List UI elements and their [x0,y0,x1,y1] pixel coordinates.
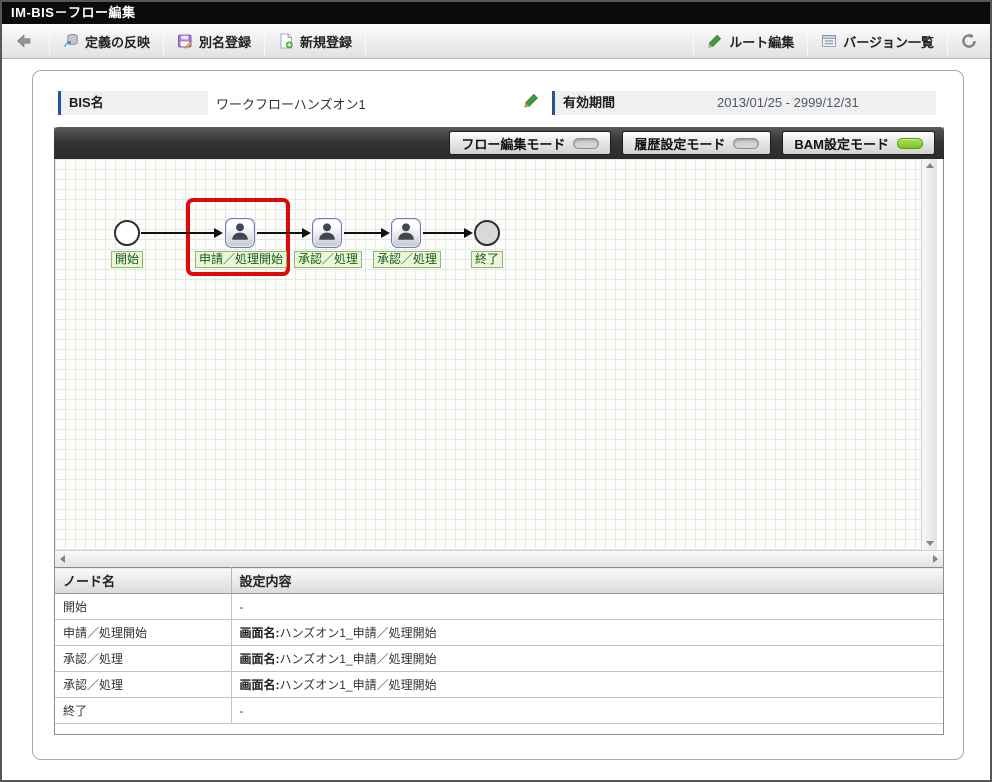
toolbar-separator [365,27,367,55]
history-setting-mode-button[interactable]: 履歴設定モード [622,131,772,155]
table-header-row: ノード名 設定内容 [55,567,943,594]
scroll-right-icon[interactable] [933,555,938,563]
bis-name-field: ワークフローハンズオン1 [208,91,548,115]
toggle-on-icon [897,137,923,149]
scroll-down-icon[interactable] [925,541,934,546]
register-alias-label: 別名登録 [199,34,252,50]
flow-edit-mode-button[interactable]: フロー編集モード [449,131,612,155]
node-settings-table: ノード名 設定内容 開始 - 申請／処理開始 画面名:ハンズオン1_申請／処理開… [55,567,943,724]
flow-canvas-top: 開始 申請／処理開始 承認／処理 承認／処理 終了 [55,159,943,550]
canvas-right-pad [937,159,943,550]
scroll-up-icon[interactable] [925,163,934,168]
flow-node-task-3[interactable] [391,218,421,248]
node-name-cell: 開始 [55,593,231,620]
database-sync-icon [63,33,79,49]
flow-edit-mode-label: フロー編集モード [461,136,566,152]
flow-arrow [257,228,311,238]
table-row[interactable]: 承認／処理 画面名:ハンズオン1_申請／処理開始 [55,645,943,672]
setting-value: ハンズオン1_申請／処理開始 [279,626,437,640]
node-name-cell: 承認／処理 [55,645,231,672]
node-label-task-3[interactable]: 承認／処理 [372,251,442,268]
flow-node-task-2[interactable] [312,218,342,248]
person-icon [316,220,338,247]
column-header-setting: 設定内容 [230,567,943,594]
horizontal-scrollbar[interactable] [55,550,943,567]
apply-definition-button[interactable]: 定義の反映 [50,24,163,59]
node-name-cell: 承認／処理 [55,671,231,698]
flow-canvas-wrap: 開始 申請／処理開始 承認／処理 承認／処理 終了 [55,159,943,567]
back-button[interactable] [2,24,49,59]
toolbar: 定義の反映 別名登録 新規登録 ルート編集 バージョン一覧 [2,24,990,59]
setting-label: 画面名: [239,678,280,692]
setting-cell: - [230,697,943,724]
scroll-left-icon[interactable] [60,555,65,563]
route-edit-button[interactable]: ルート編集 [694,24,807,59]
node-label-end[interactable]: 終了 [470,251,504,268]
person-icon [229,220,251,247]
version-list-icon [821,33,837,49]
flow-canvas[interactable]: 開始 申請／処理開始 承認／処理 承認／処理 終了 [55,159,921,550]
setting-value: ハンズオン1_申請／処理開始 [279,652,437,666]
flow-arrow [141,228,223,238]
setting-value: ハンズオン1_申請／処理開始 [279,678,437,692]
vertical-scrollbar[interactable] [921,159,937,550]
bam-setting-mode-button[interactable]: BAM設定モード [782,131,935,155]
setting-label: 画面名: [239,626,280,640]
table-row[interactable]: 承認／処理 画面名:ハンズオン1_申請／処理開始 [55,671,943,698]
flow-editor-container: フロー編集モード 履歴設定モード BAM設定モード 開始 申請／処理開始 承認／… [54,127,944,735]
register-alias-button[interactable]: 別名登録 [164,24,264,59]
history-setting-mode-label: 履歴設定モード [634,136,726,152]
flow-arrow [344,228,390,238]
table-bottom-pad [55,724,943,734]
flow-node-task-1[interactable] [225,218,255,248]
toggle-off-icon [733,137,760,149]
setting-value: - [239,599,244,614]
route-edit-label: ルート編集 [729,34,795,50]
flow-node-start[interactable] [114,220,140,246]
setting-label: 画面名: [239,652,280,666]
node-label-start[interactable]: 開始 [110,251,144,268]
bis-name-label: BIS名 [58,91,208,115]
apply-definition-label: 定義の反映 [85,34,151,50]
table-row[interactable]: 申請／処理開始 画面名:ハンズオン1_申請／処理開始 [55,619,943,646]
refresh-button[interactable] [948,24,990,59]
back-arrow-icon [15,33,36,49]
node-label-task-1[interactable]: 申請／処理開始 [194,251,288,268]
toggle-off-icon [573,137,600,149]
new-register-label: 新規登録 [300,34,353,50]
node-name-cell: 終了 [55,697,231,724]
new-document-icon [278,33,294,49]
node-name-cell: 申請／処理開始 [55,619,231,646]
refresh-icon [961,33,977,49]
table-row[interactable]: 開始 - [55,593,943,620]
setting-cell: 画面名:ハンズオン1_申請／処理開始 [230,619,943,646]
page-title: IM-BIS－フロー編集 [11,5,136,20]
valid-period-value: 2013/01/25 - 2999/12/31 [707,91,936,115]
header-fields-row: BIS名 ワークフローハンズオン1 有効期間 2013/01/25 - 2999… [58,91,940,115]
setting-cell: 画面名:ハンズオン1_申請／処理開始 [230,671,943,698]
setting-cell: - [230,593,943,620]
version-list-button[interactable]: バージョン一覧 [808,24,947,59]
mode-bar: フロー編集モード 履歴設定モード BAM設定モード [54,127,944,159]
bam-setting-mode-label: BAM設定モード [794,136,889,152]
flow-arrow [423,228,473,238]
title-bar: IM-BIS－フロー編集 [2,2,990,24]
version-list-label: バージョン一覧 [843,34,934,50]
setting-cell: 画面名:ハンズオン1_申請／処理開始 [230,645,943,672]
edit-bis-name-icon[interactable] [523,92,540,114]
main-panel: BIS名 ワークフローハンズオン1 有効期間 2013/01/25 - 2999… [32,70,964,760]
app-window: IM-BIS－フロー編集 定義の反映 別名登録 新規登録 ルート編集 バージョン… [0,0,992,782]
column-header-node-name: ノード名 [55,567,231,594]
valid-period-label: 有効期間 [552,91,707,115]
table-row[interactable]: 終了 - [55,697,943,724]
green-pencil-icon [707,33,723,49]
save-alias-icon [177,33,193,49]
person-icon [395,220,417,247]
setting-value: - [239,703,244,718]
new-register-button[interactable]: 新規登録 [265,24,365,59]
bis-name-value: ワークフローハンズオン1 [216,96,366,112]
node-label-task-2[interactable]: 承認／処理 [293,251,363,268]
flow-node-end[interactable] [474,220,500,246]
